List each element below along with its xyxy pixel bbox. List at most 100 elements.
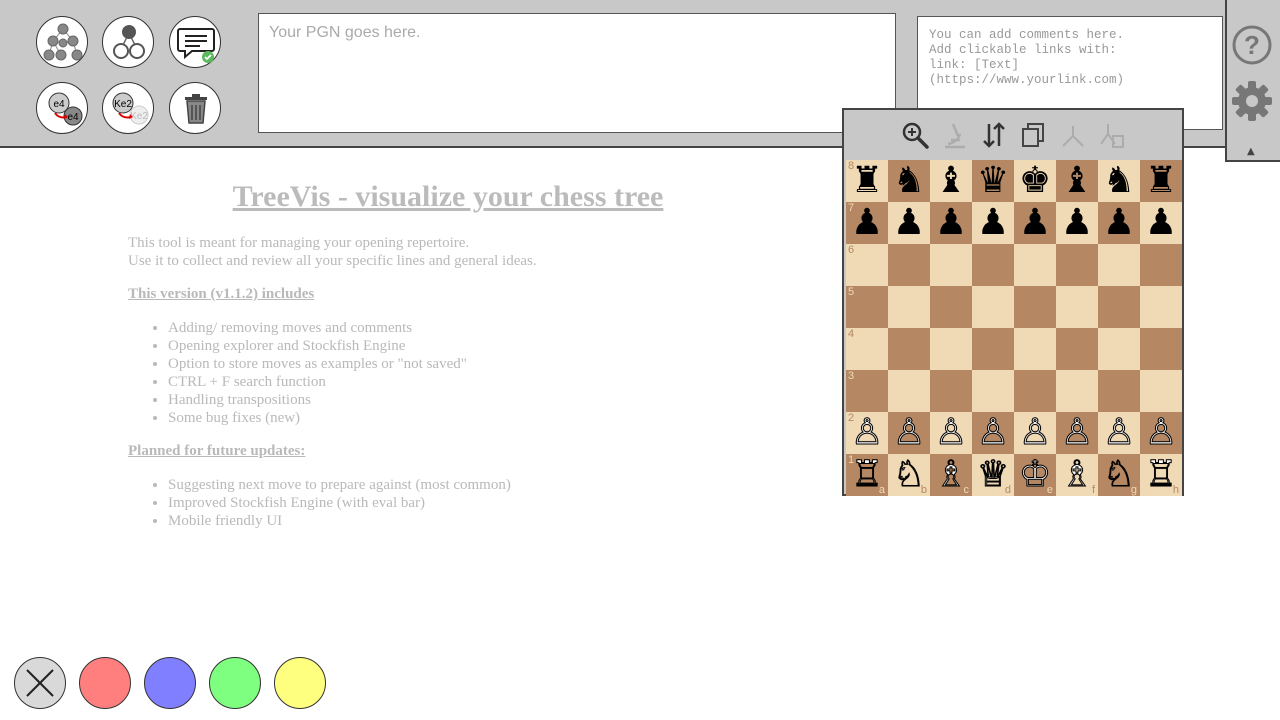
board-square[interactable]: ♙ [930,412,972,454]
branch-icon[interactable] [1058,120,1088,150]
clear-color-button[interactable] [14,657,66,709]
chess-piece[interactable]: ♜ [846,160,888,202]
board-square[interactable] [1014,370,1056,412]
board-square[interactable] [972,286,1014,328]
chess-piece[interactable]: ♙ [930,412,972,454]
board-square[interactable] [930,244,972,286]
board-square[interactable]: ♜ [1140,160,1182,202]
board-square[interactable]: ♙ [1014,412,1056,454]
help-icon[interactable]: ? [1231,24,1273,66]
board-square[interactable]: ♟ [1098,202,1140,244]
chess-piece[interactable]: ♙ [846,412,888,454]
board-square[interactable]: d ♕ [972,454,1014,496]
board-square[interactable]: ♛ [972,160,1014,202]
collapse-toggle[interactable]: ▲ [1247,146,1255,157]
chess-piece[interactable]: ♟ [1098,202,1140,244]
board-square[interactable]: ♟ [1014,202,1056,244]
red-color-button[interactable] [79,657,131,709]
copy-icon[interactable] [1018,120,1048,150]
board-square[interactable]: g ♘ [1098,454,1140,496]
board-square[interactable] [1140,244,1182,286]
board-square[interactable]: e ♔ [1014,454,1056,496]
board-square[interactable] [1140,370,1182,412]
chess-piece[interactable]: ♙ [1014,412,1056,454]
blue-color-button[interactable] [144,657,196,709]
board-square[interactable] [1098,370,1140,412]
board-square[interactable] [1056,370,1098,412]
chess-piece[interactable]: ♞ [1098,160,1140,202]
board-square[interactable] [972,328,1014,370]
chess-piece[interactable]: ♔ [1014,454,1056,496]
chess-piece[interactable]: ♖ [1140,454,1182,496]
board-square[interactable] [930,328,972,370]
board-square[interactable] [1056,286,1098,328]
board-square[interactable] [888,244,930,286]
board-square[interactable]: 3 [846,370,888,412]
chess-piece[interactable]: ♕ [972,454,1014,496]
board-square[interactable] [1140,328,1182,370]
board-square[interactable]: ♚ [1014,160,1056,202]
chess-piece[interactable]: ♞ [888,160,930,202]
board-square[interactable]: ♟ [930,202,972,244]
board-square[interactable]: 8 ♜ [846,160,888,202]
chess-piece[interactable]: ♙ [1098,412,1140,454]
chess-piece[interactable]: ♗ [930,454,972,496]
board-square[interactable] [1140,286,1182,328]
board-square[interactable] [1056,244,1098,286]
board-square[interactable] [1056,328,1098,370]
board-square[interactable]: ♟ [972,202,1014,244]
board-square[interactable] [888,328,930,370]
chess-piece[interactable]: ♝ [1056,160,1098,202]
board-square[interactable] [1014,286,1056,328]
board-square[interactable]: ♙ [888,412,930,454]
transposition-button[interactable]: Ke2 Ke2 [102,82,154,134]
board-square[interactable]: ♙ [1056,412,1098,454]
board-square[interactable] [1098,328,1140,370]
chess-piece[interactable]: ♙ [888,412,930,454]
board-square[interactable]: f ♗ [1056,454,1098,496]
board-square[interactable]: 2 ♙ [846,412,888,454]
yellow-color-button[interactable] [274,657,326,709]
chess-piece[interactable]: ♙ [972,412,1014,454]
board-square[interactable]: ♟ [1140,202,1182,244]
board-square[interactable]: 5 [846,286,888,328]
chess-piece[interactable]: ♛ [972,160,1014,202]
board-square[interactable]: ♝ [930,160,972,202]
chess-piece[interactable]: ♟ [972,202,1014,244]
board-square[interactable] [1098,244,1140,286]
branch-view-button[interactable] [102,16,154,68]
move-button[interactable]: e4 e4 [36,82,88,134]
board-square[interactable]: ♙ [972,412,1014,454]
board-square[interactable]: b ♘ [888,454,930,496]
comments-button[interactable] [169,16,221,68]
board-square[interactable]: 7 ♟ [846,202,888,244]
chess-piece[interactable]: ♟ [1056,202,1098,244]
tree-view-button[interactable] [36,16,88,68]
flip-arrows-icon[interactable] [979,120,1009,150]
chess-piece[interactable]: ♗ [1056,454,1098,496]
board-square[interactable]: 6 [846,244,888,286]
board-square[interactable]: ♞ [888,160,930,202]
green-color-button[interactable] [209,657,261,709]
board-square[interactable] [888,286,930,328]
board-square[interactable]: 4 [846,328,888,370]
board-square[interactable] [972,370,1014,412]
board-square[interactable]: 1 a ♖ [846,454,888,496]
board-square[interactable]: h ♖ [1140,454,1182,496]
board-square[interactable] [972,244,1014,286]
board-square[interactable] [1014,328,1056,370]
chess-piece[interactable]: ♝ [930,160,972,202]
chess-piece[interactable]: ♟ [846,202,888,244]
delete-button[interactable] [169,82,221,134]
chess-piece[interactable]: ♙ [1140,412,1182,454]
chess-piece[interactable]: ♖ [846,454,888,496]
board-square[interactable] [1098,286,1140,328]
chess-piece[interactable]: ♚ [1014,160,1056,202]
magnifier-plus-icon[interactable] [900,120,930,150]
chess-piece[interactable]: ♟ [1014,202,1056,244]
board-square[interactable] [930,370,972,412]
board-square[interactable]: ♙ [1140,412,1182,454]
chess-board[interactable]: 8 ♜ ♞ ♝ ♛ ♚ ♝ ♞ ♜ 7 ♟ ♟ ♟ ♟ ♟ ♟ ♟ ♟ 6 5 4 3 2 ♙ ♙ ♙ ♙ ♙ ♙ ♙ ♙ 1 a ♖ b ♘ c ♗ d ♕… [846,160,1182,496]
gear-icon[interactable] [1231,80,1273,122]
board-square[interactable] [888,370,930,412]
